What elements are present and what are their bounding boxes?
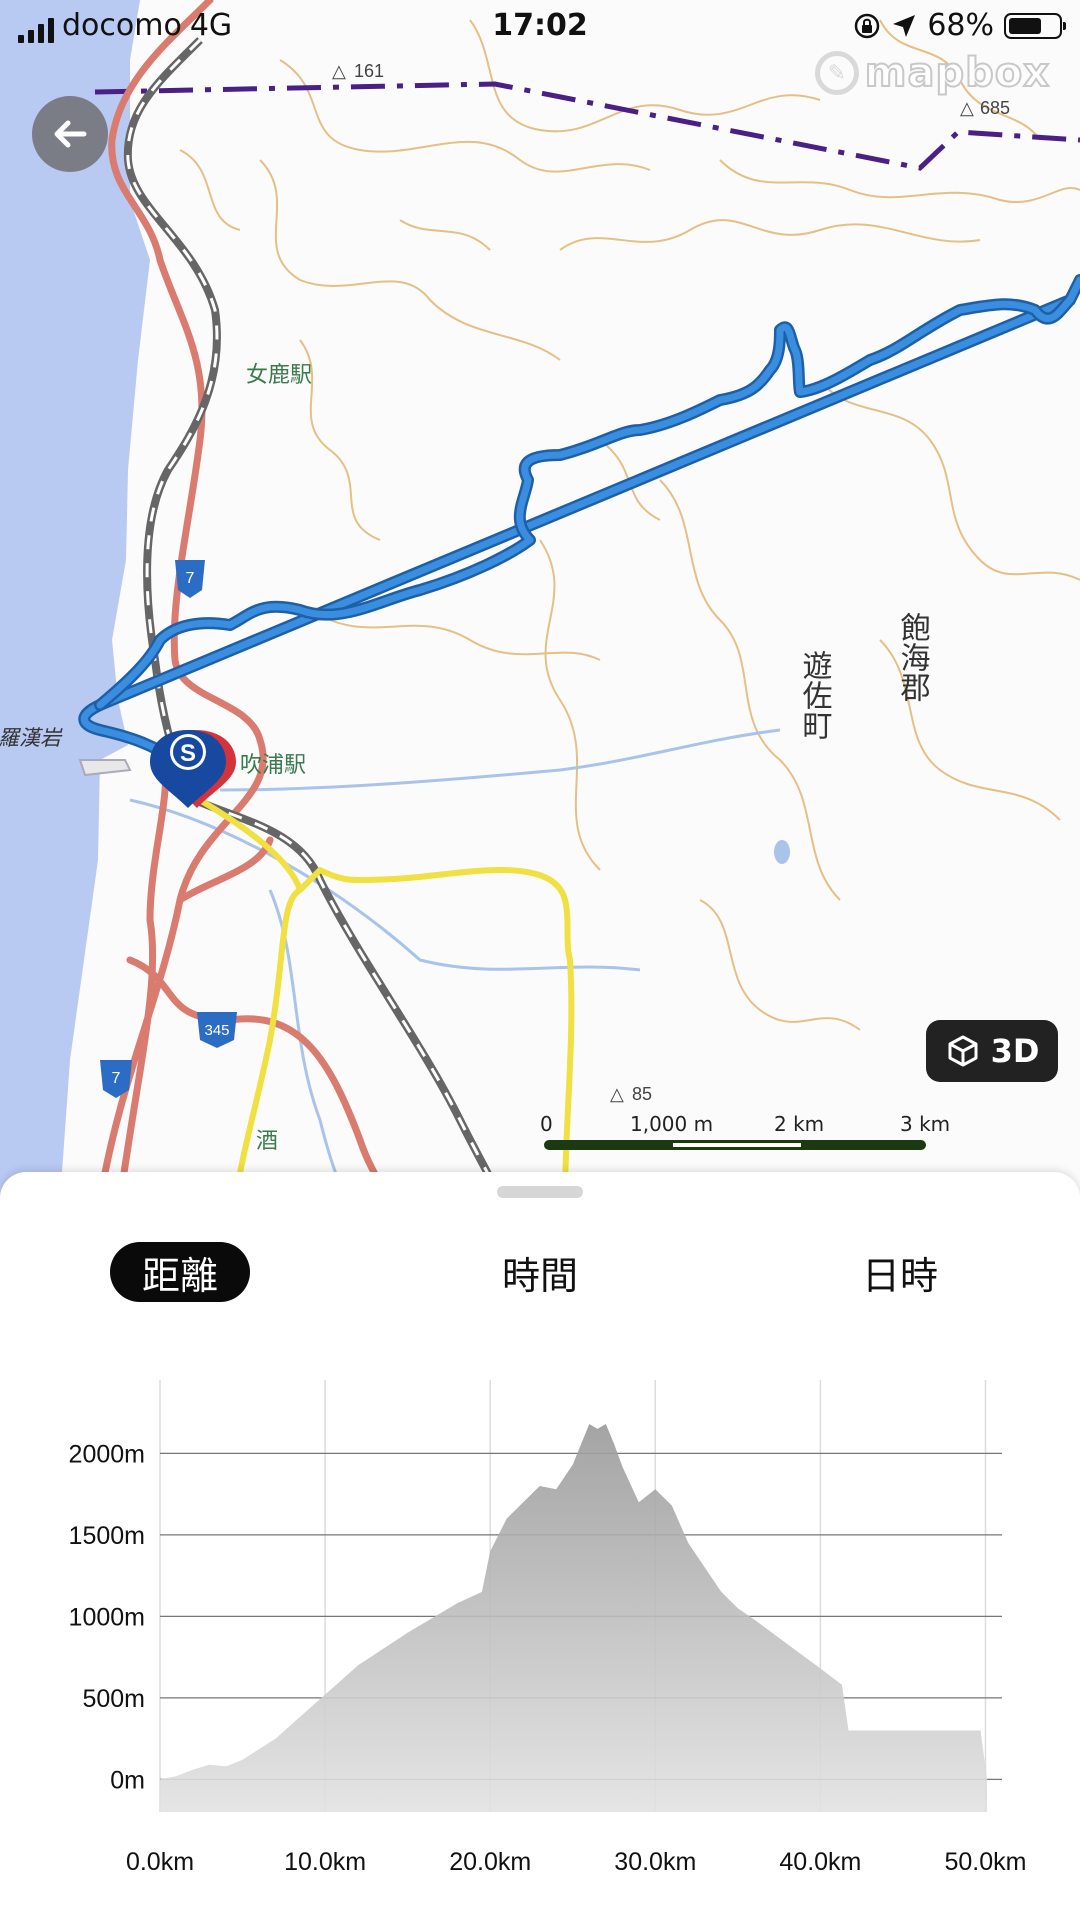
elevation-area [160,1424,988,1812]
pond [774,840,790,864]
label-sake: 酒 [256,1129,278,1154]
label-yuza-town: 遊佐町 [797,650,833,740]
x-tick-label: 10.0km [284,1848,366,1876]
y-tick-label: 0m [110,1766,145,1794]
elevation-chart-svg: 0.0km 10.0km 20.0km 30.0km 40.0km 50.0km 0m 50… [69,1380,1026,1876]
battery-percent: 68% [927,8,994,43]
elevation-chart[interactable]: 0.0km 10.0km 20.0km 30.0km 40.0km 50.0km 0m 50… [0,1362,1080,1920]
sheet-drag-handle[interactable] [497,1186,583,1198]
harbor-pier [78,759,132,777]
tab-datetime[interactable]: 日時 [830,1242,970,1302]
x-tick-label: 20.0km [449,1848,531,1876]
arrow-left-icon [54,120,87,148]
back-button[interactable] [32,96,108,172]
svg-text:△: △ [610,1084,624,1104]
elevation-sheet: 距離 時間 日時 0.0km 10.0km 20.0km 30.0km 40.0km 50… [0,1172,1080,1920]
scale-label-3km: 3 km [900,1112,951,1136]
peak-161: △ 161 [332,61,384,81]
scale-bar: 0 1,000 m 2 km 3 km [540,1112,950,1152]
label-rakanji: 羅漢岩 [0,726,63,750]
label-fukura-station: 吹浦駅 [240,753,306,778]
peak-685: △ 685 [960,98,1010,118]
scale-label-0: 0 [540,1112,553,1136]
svg-text:7: 7 [112,1070,121,1087]
y-tick-label: 2000m [69,1440,145,1468]
scale-bar-graphic [544,1140,926,1150]
svg-text:85: 85 [632,1084,652,1104]
scale-label-2km: 2 km [774,1112,825,1136]
tab-time[interactable]: 時間 [470,1242,610,1302]
x-tick-label: 30.0km [614,1848,696,1876]
label-memika-station: 女鹿駅 [246,363,312,388]
y-tick-label: 500m [82,1685,145,1713]
y-tick-label: 1000m [69,1603,145,1631]
x-tick-label: 50.0km [944,1848,1026,1876]
mapbox-wordmark: mapbox [864,49,1050,97]
svg-text:7: 7 [186,570,195,587]
sea-area [0,0,150,1200]
y-tick-label: 1500m [69,1522,145,1550]
track-route [78,274,1080,776]
map-canvas[interactable]: 7 7 345 △ 161 △ 685 △ 85 女鹿駅 吹浦駅 羅漢岩 酒 遊… [0,0,1080,1200]
mapbox-attribution[interactable]: ✎ mapbox [814,49,1050,97]
x-tick-label: 40.0km [779,1848,861,1876]
cube-icon [948,1035,978,1067]
route-shield-345: 345 [197,1012,237,1048]
location-arrow-icon [893,14,916,37]
axis-mode-tabs: 距離 時間 日時 [0,1242,1080,1306]
route-detail-screen: 7 7 345 △ 161 △ 685 △ 85 女鹿駅 吹浦駅 羅漢岩 酒 遊… [0,0,1080,1920]
svg-text:△: △ [332,61,346,81]
x-tick-label: 0.0km [126,1848,194,1876]
svg-text:345: 345 [204,1022,229,1039]
tab-distance[interactable]: 距離 [110,1242,250,1302]
svg-text:161: 161 [354,61,384,81]
peak-85: △ 85 [610,1084,652,1104]
svg-text:S: S [180,740,196,767]
label-akumi-district: 飽海郡 [895,612,931,702]
toggle-3d-button[interactable]: 3D [926,1020,1058,1082]
svg-text:685: 685 [980,98,1010,118]
svg-text:△: △ [960,98,974,118]
battery-icon [1004,12,1066,39]
map-view[interactable]: 7 7 345 △ 161 △ 685 △ 85 女鹿駅 吹浦駅 羅漢岩 酒 遊… [0,0,1080,1200]
scale-label-1000m: 1,000 m [630,1112,714,1136]
mapbox-logo-icon: ✎ [814,51,859,95]
status-bar: docomo 4G 17:02 68% [0,0,1080,56]
toggle-3d-label: 3D [990,1032,1040,1070]
orientation-lock-icon [855,13,880,38]
